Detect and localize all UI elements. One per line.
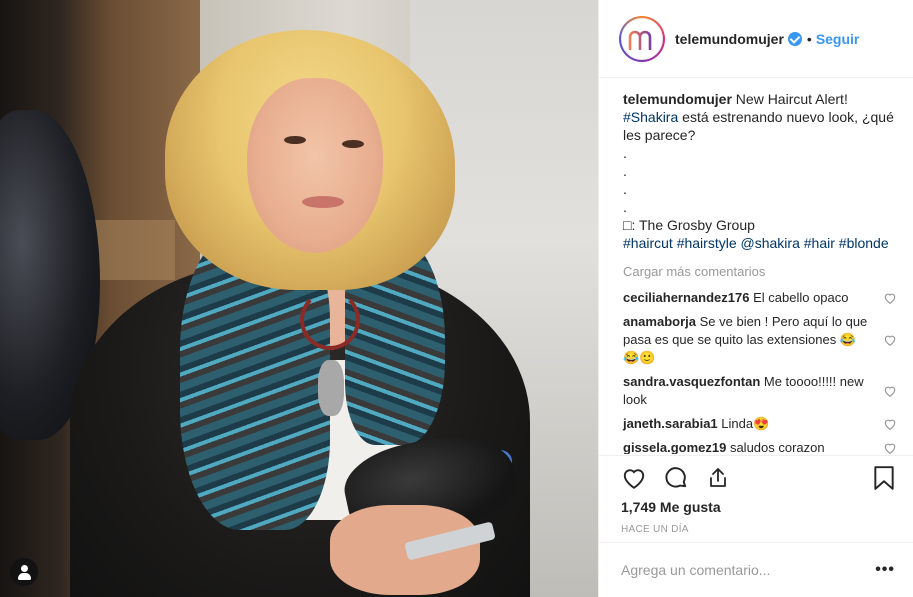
comment-text: Linda😍: [721, 416, 770, 431]
share-icon: [710, 467, 726, 487]
caption-tag[interactable]: #hairstyle: [677, 235, 737, 251]
avatar[interactable]: [619, 15, 665, 62]
caption-dot: .: [623, 199, 627, 215]
caption-dot: .: [623, 163, 627, 179]
comment-icon: [665, 466, 687, 488]
post-side-panel: telemundomujer • Seguir telemundomujer N…: [598, 0, 913, 597]
heart-icon: [623, 468, 645, 489]
photo-eye-left: [284, 136, 306, 144]
caption-dot: .: [623, 145, 627, 161]
instagram-post-modal: telemundomujer • Seguir telemundomujer N…: [0, 0, 913, 597]
comment-button[interactable]: [661, 463, 691, 493]
photo-face: [247, 78, 383, 253]
user-tag-button[interactable]: [10, 558, 38, 586]
caption-author[interactable]: telemundomujer: [623, 91, 732, 107]
post-timestamp[interactable]: HACE UN DÍA: [621, 524, 689, 535]
photo-lips: [302, 196, 344, 208]
caption-tag[interactable]: #hair: [804, 235, 835, 251]
comment-user[interactable]: anamaborja: [623, 314, 696, 329]
post-photo[interactable]: [0, 0, 598, 597]
heart-icon[interactable]: [883, 441, 897, 454]
caption-hashtag[interactable]: #Shakira: [623, 109, 678, 125]
list-item: gissela.gomez19 saludos corazon: [623, 439, 897, 454]
header-separator: •: [806, 30, 812, 47]
comment-user[interactable]: ceciliahernandez176: [623, 290, 749, 305]
heart-icon[interactable]: [883, 333, 897, 347]
photo-pendant: [318, 360, 344, 416]
list-item: anamaborja Se ve bien ! Pero aquí lo que…: [623, 313, 897, 367]
comment-text: El cabello opaco: [753, 290, 849, 305]
add-comment-bar: Agrega un comentario... •••: [599, 542, 913, 597]
post-actions-bar: [599, 455, 913, 499]
load-more-comments-button[interactable]: Cargar más comentarios: [623, 264, 897, 279]
caption-dot: .: [623, 181, 627, 197]
bookmark-icon: [874, 465, 894, 490]
list-item: janeth.sarabia1 Linda😍: [623, 415, 897, 433]
save-button[interactable]: [869, 463, 899, 493]
comment-user[interactable]: gissela.gomez19: [623, 440, 726, 454]
heart-icon[interactable]: [883, 417, 897, 431]
caption-tag[interactable]: @shakira: [741, 235, 800, 251]
caption-credit: □: The Grosby Group: [623, 217, 755, 233]
list-item: sandra.vasquezfontan Me toooo!!!!! new l…: [623, 373, 897, 409]
heart-icon[interactable]: [883, 384, 897, 398]
comment-user[interactable]: janeth.sarabia1: [623, 416, 718, 431]
like-button[interactable]: [619, 463, 649, 493]
caption-line1: New Haircut Alert!: [735, 91, 848, 107]
caption-tag[interactable]: #haircut: [623, 235, 673, 251]
comment-input[interactable]: Agrega un comentario...: [621, 562, 875, 578]
header-username[interactable]: telemundomujer: [675, 31, 784, 47]
photo-necklace: [300, 290, 360, 350]
telemundo-m-logo-icon: [628, 30, 652, 50]
comment-text: saludos corazon: [729, 440, 825, 454]
caption-tag[interactable]: #blonde: [839, 235, 889, 251]
post-caption: telemundomujer New Haircut Alert! #Shaki…: [623, 90, 897, 252]
photo-eye-right: [342, 140, 364, 148]
list-item: ceciliahernandez176 El cabello opaco: [623, 289, 897, 307]
follow-button[interactable]: Seguir: [816, 31, 860, 47]
likes-count[interactable]: 1,749 Me gusta: [621, 499, 721, 515]
post-header: telemundomujer • Seguir: [599, 0, 913, 78]
comments-section[interactable]: telemundomujer New Haircut Alert! #Shaki…: [599, 78, 913, 454]
heart-icon[interactable]: [883, 291, 897, 305]
user-tag-icon: [20, 565, 28, 572]
comment-user[interactable]: sandra.vasquezfontan: [623, 374, 760, 389]
verified-badge-icon: [787, 31, 802, 46]
share-button[interactable]: [703, 463, 733, 493]
more-options-button[interactable]: •••: [875, 561, 895, 579]
photo-plaque: [95, 220, 175, 280]
